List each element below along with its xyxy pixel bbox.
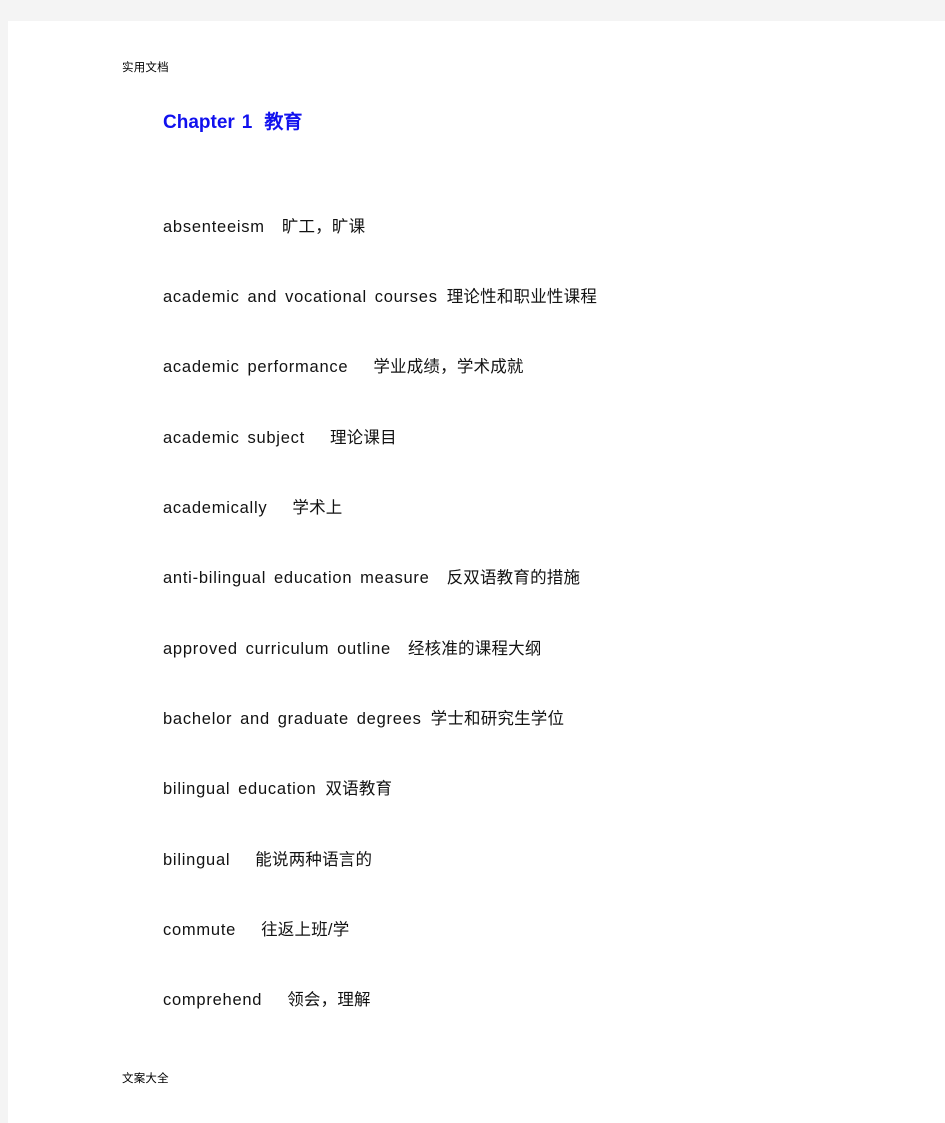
vocabulary-entry: bachelor and graduate degrees 学士和研究生学位 [163, 658, 883, 728]
entry-gloss: 领会，理解 [287, 991, 371, 1010]
chapter-number: 1 [241, 112, 253, 133]
vocabulary-entry-list: absenteeism 旷工，旷课 academic and vocational … [163, 132, 883, 1009]
chapter-heading: Chapter 1 教育 [163, 101, 883, 132]
entry-term: academically [163, 499, 268, 518]
entry-gloss: 能说两种语言的 [255, 850, 373, 869]
page-footer-text: 文案大全 [122, 1073, 169, 1085]
page-header-text: 实用文档 [122, 62, 169, 74]
vocabulary-entry: absenteeism 旷工，旷课 [163, 132, 883, 236]
entry-gloss: 经核准的课程大纲 [407, 639, 542, 658]
entry-gloss: 学士和研究生学位 [430, 709, 565, 728]
entry-gloss: 理论性和职业性课程 [446, 288, 598, 307]
entry-gloss: 双语教育 [325, 780, 393, 799]
vocabulary-entry: academic and vocational courses 理论性和职业性课程 [163, 236, 883, 306]
entry-gloss: 理论课目 [329, 428, 397, 447]
entry-term: academic performance [163, 358, 349, 377]
entry-term: bilingual [163, 850, 231, 869]
document-body: Chapter 1 教育 absenteeism 旷工，旷课 academic and … [163, 101, 883, 1009]
entry-term: absenteeism [163, 217, 265, 236]
entry-term: academic and vocational courses [163, 288, 438, 307]
entry-term: commute [163, 920, 237, 939]
entry-term: bachelor and graduate degrees [163, 709, 422, 728]
vocabulary-entry: academically 学术上 [163, 447, 883, 517]
vocabulary-entry: bilingual education 双语教育 [163, 728, 883, 798]
entry-term: bilingual education [163, 780, 317, 799]
vocabulary-entry: comprehend 领会，理解 [163, 939, 883, 1009]
chapter-title: 教育 [264, 112, 303, 133]
vocabulary-entry: bilingual 能说两种语言的 [163, 798, 883, 869]
vocabulary-entry: academic subject 理论课目 [163, 377, 883, 447]
chapter-label: Chapter [163, 112, 235, 133]
entry-term: comprehend [163, 991, 263, 1010]
document-page: 实用文档 Chapter 1 教育 absenteeism 旷工，旷课 academic… [8, 21, 945, 1123]
vocabulary-entry: anti-bilingual education measure 反双语教育的措施 [163, 517, 883, 587]
entry-gloss: 学术上 [292, 499, 343, 518]
entry-term: academic subject [163, 428, 305, 447]
entry-term: approved curriculum outline [163, 639, 391, 658]
entry-gloss: 反双语教育的措施 [446, 569, 581, 588]
entry-gloss: 学业成绩，学术成就 [373, 358, 524, 377]
vocabulary-entry: approved curriculum outline 经核准的课程大纲 [163, 587, 883, 658]
vocabulary-entry: commute 往返上班/学 [163, 869, 883, 939]
entry-gloss: 往返上班/学 [261, 920, 350, 939]
vocabulary-entry: academic performance 学业成绩，学术成就 [163, 306, 883, 376]
entry-term: anti-bilingual education measure [163, 569, 430, 588]
entry-gloss: 旷工，旷课 [281, 217, 366, 236]
